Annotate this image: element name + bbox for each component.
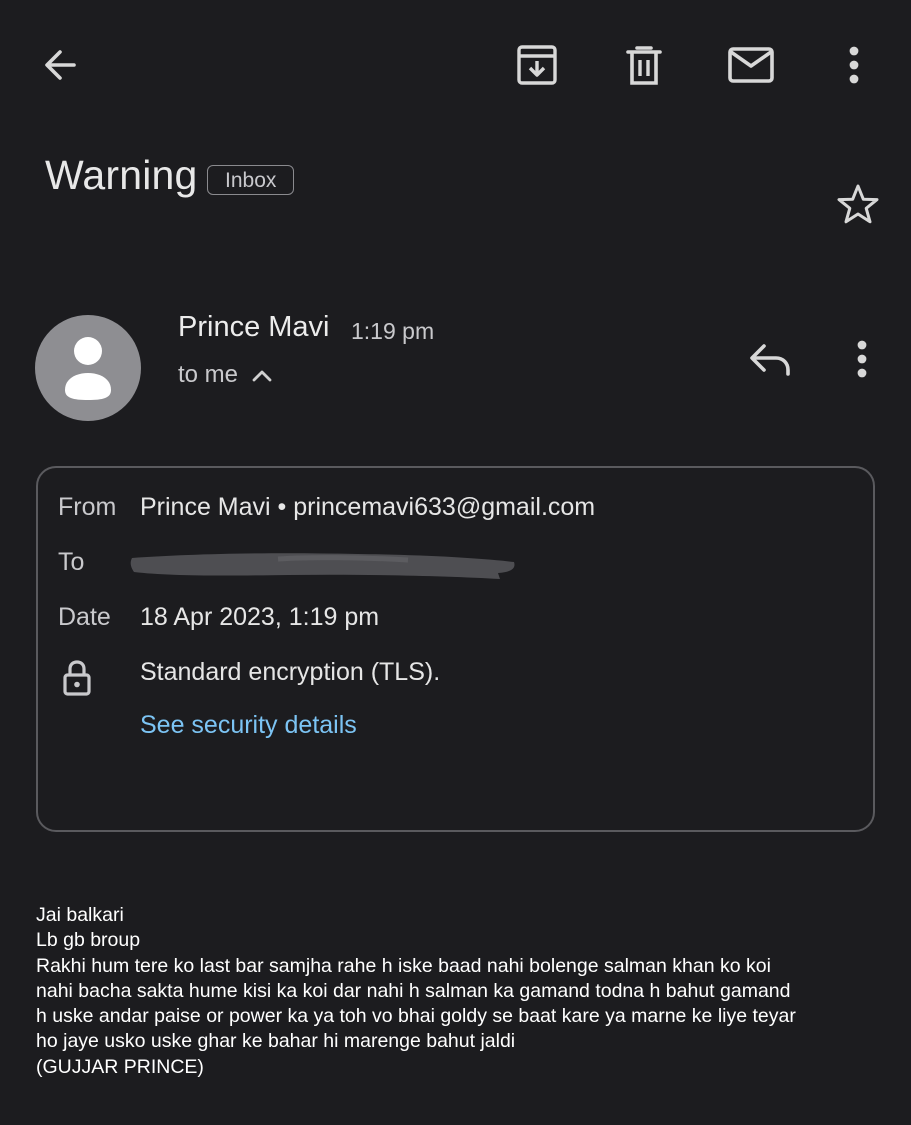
more-options-button[interactable]: [822, 33, 886, 97]
trash-icon: [626, 46, 662, 85]
email-body: Jai balkari Lb gb broup Rakhi hum tere k…: [36, 903, 896, 1080]
message-more-button[interactable]: [830, 327, 894, 391]
more-vertical-icon: [849, 46, 859, 84]
body-line: nahi bacha sakta hume kisi ka koi dar na…: [36, 979, 791, 1002]
body-line: (GUJJAR PRINCE): [36, 1055, 204, 1078]
date-label: Date: [58, 603, 111, 631]
reply-icon: [750, 344, 790, 376]
sender-name[interactable]: Prince Mavi: [178, 311, 330, 344]
delete-button[interactable]: [612, 33, 676, 97]
recipient-summary: to me: [178, 361, 239, 388]
back-button[interactable]: [28, 33, 92, 97]
body-line: Jai balkari: [36, 904, 124, 926]
star-icon: [837, 184, 879, 224]
to-label: To: [58, 548, 85, 576]
sender-avatar[interactable]: [35, 315, 141, 421]
redaction-mark: [130, 553, 515, 579]
body-line: Rakhi hum tere ko last bar samjha rahe h…: [36, 954, 771, 977]
email-subject: Warning: [45, 152, 198, 198]
from-label: From: [58, 493, 117, 521]
sent-time: 1:19 pm: [351, 318, 435, 344]
from-value[interactable]: Prince Mavi • princemavi633@gmail.com: [140, 493, 595, 522]
mail-icon: [728, 47, 774, 83]
inbox-label-chip[interactable]: Inbox: [207, 165, 295, 195]
encryption-info: Standard encryption (TLS).: [140, 658, 441, 686]
person-icon: [65, 337, 111, 400]
chevron-up-icon: [252, 370, 272, 382]
see-security-details-link[interactable]: See security details: [140, 711, 357, 740]
archive-button[interactable]: [505, 33, 569, 97]
arrow-left-icon: [45, 50, 76, 80]
archive-icon: [517, 45, 557, 85]
lock-icon: [62, 659, 92, 702]
body-line: ho jaye usko uske ghar ke bahar hi maren…: [36, 1030, 516, 1053]
mark-unread-button[interactable]: [719, 33, 783, 97]
star-button[interactable]: [826, 173, 890, 237]
more-vertical-icon: [857, 340, 867, 378]
date-value: 18 Apr 2023, 1:19 pm: [140, 603, 380, 631]
body-line: Lb gb broup: [36, 929, 141, 952]
recipients-toggle[interactable]: to me: [178, 361, 272, 389]
body-line: h uske andar paise or power ka ya toh vo…: [36, 1005, 796, 1028]
reply-button[interactable]: [738, 327, 802, 391]
